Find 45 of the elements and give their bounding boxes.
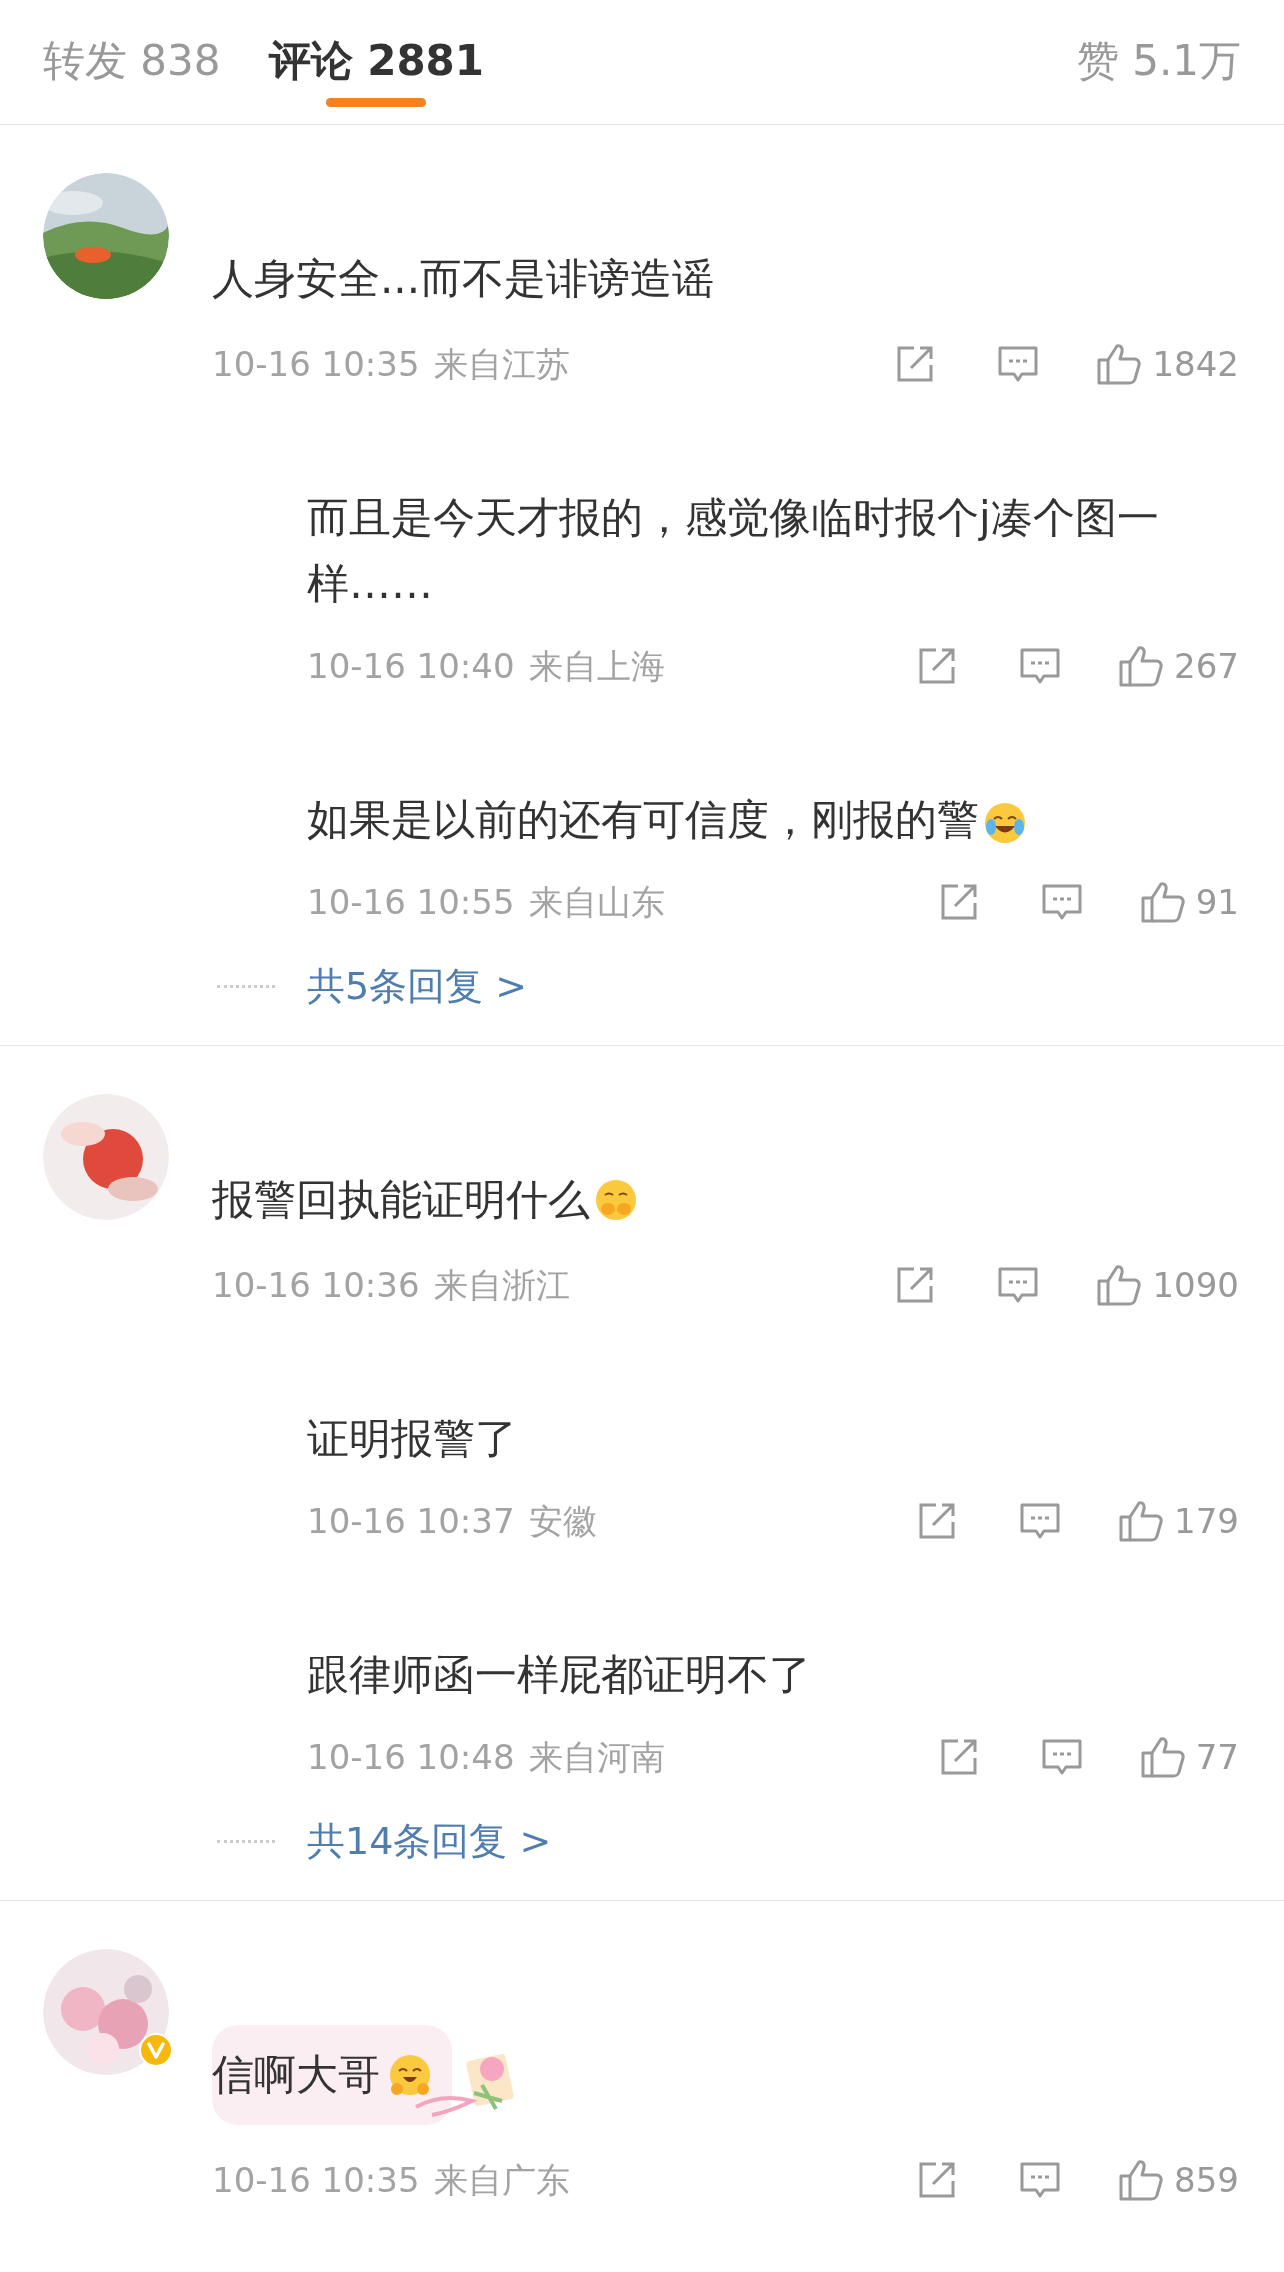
- tab[interactable]: 转发 838: [43, 0, 221, 107]
- hugging-emoji-icon: [388, 2053, 432, 2097]
- like-icon[interactable]: [1139, 1735, 1186, 1779]
- like-count: 267: [1174, 644, 1239, 688]
- like-icon[interactable]: [1118, 644, 1165, 688]
- like-count: 1090: [1152, 1263, 1239, 1307]
- dotted-leader: [217, 984, 275, 988]
- more-replies-link[interactable]: 共5条回复 >: [307, 957, 528, 1015]
- like-icon[interactable]: [1139, 880, 1186, 924]
- comment-location: 安徽: [528, 1499, 597, 1543]
- comment-time: 10-16 10:35: [212, 2158, 420, 2202]
- more-replies-link[interactable]: 共14条回复 >: [307, 1812, 552, 1870]
- likes-tab[interactable]: 赞 5.1万: [1076, 0, 1241, 88]
- comment-time: 10-16 10:36: [212, 1263, 420, 1307]
- like-count: 179: [1174, 1499, 1239, 1543]
- comment-location: 来自河南: [528, 1735, 665, 1779]
- like-icon[interactable]: [1096, 1263, 1143, 1307]
- comment-time: 10-16 10:55: [307, 880, 515, 924]
- comment-location: 来自浙江: [433, 1263, 570, 1307]
- comment-text: 报警回执能证明什么: [212, 1174, 590, 1226]
- comment-location: 来自江苏: [433, 342, 570, 386]
- reply-text: 跟律师函一样屁都证明不了: [307, 1649, 812, 1701]
- like-icon[interactable]: [1118, 1499, 1165, 1543]
- comment-location: 来自上海: [528, 644, 665, 688]
- comment-time: 10-16 10:40: [307, 644, 515, 688]
- reply-text: 如果是以前的还有可信度，刚报的警: [307, 787, 1239, 853]
- comment-location: 来自广东: [433, 2158, 570, 2202]
- comment-text: 人身安全...而不是诽谤造谣: [212, 253, 715, 305]
- like-icon[interactable]: [1118, 2158, 1165, 2202]
- like-icon[interactable]: [1096, 342, 1143, 386]
- reply-text: 证明报警了: [307, 1413, 518, 1465]
- like-count: 77: [1195, 1735, 1239, 1779]
- covering-mouth-emoji-icon: [594, 1178, 638, 1222]
- comment-time: 10-16 10:48: [307, 1735, 515, 1779]
- dotted-leader: [217, 1839, 275, 1843]
- like-count: 859: [1174, 2158, 1239, 2202]
- tab[interactable]: 评论 2881: [268, 0, 485, 107]
- comment-time: 10-16 10:37: [307, 1499, 515, 1543]
- comment-location: 来自山东: [528, 880, 665, 924]
- like-count: 1842: [1152, 342, 1239, 386]
- laughing-crying-emoji-icon: [983, 800, 1027, 845]
- comment-time: 10-16 10:35: [212, 342, 420, 386]
- like-count: 91: [1195, 880, 1239, 924]
- comment-text: 信啊大哥: [212, 2049, 380, 2101]
- reply-text: 而且是今天才报的，感觉像临时报个j凑个图一样……: [307, 492, 1160, 610]
